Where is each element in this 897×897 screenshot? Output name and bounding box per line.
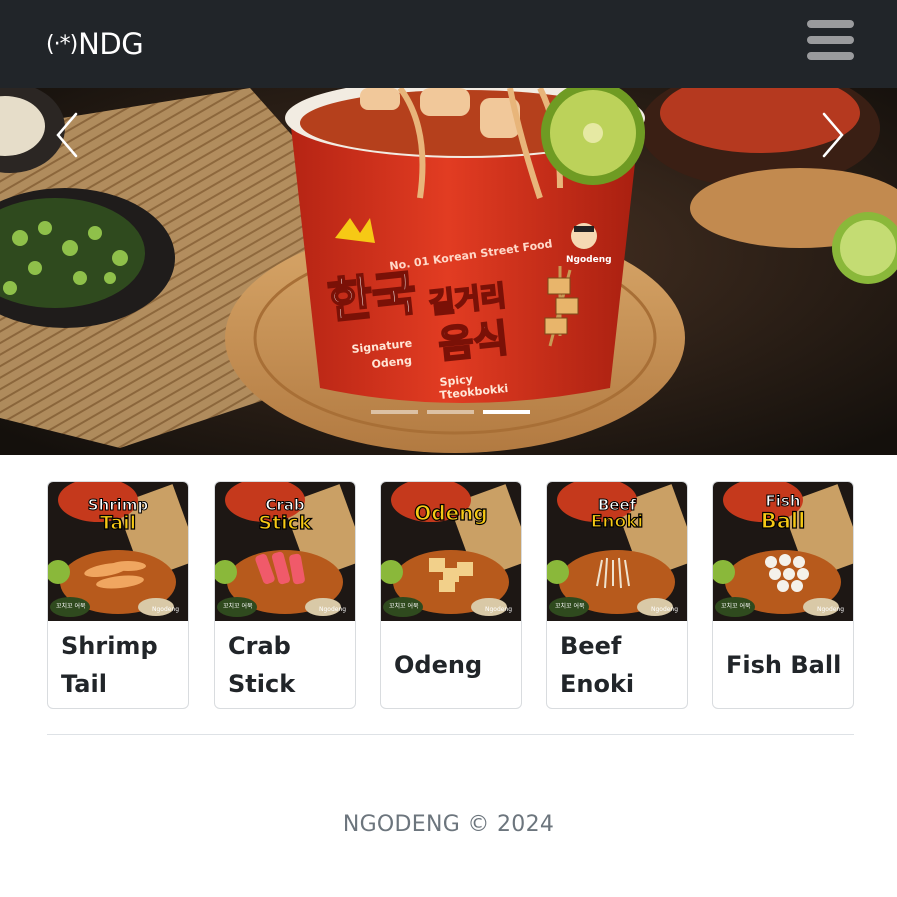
- menu-card-title: Odeng: [394, 651, 483, 679]
- carousel-prev-button[interactable]: [44, 102, 94, 166]
- hamburger-bar: [807, 36, 854, 44]
- menu-card-beef-enoki[interactable]: Beef Enoki 꼬치꼬 어묵 Ngodeng Beef Enoki: [546, 481, 688, 709]
- cup-mascot: Ngodeng: [566, 255, 612, 265]
- brand-mark-icon: (·*): [46, 31, 78, 57]
- card-korean-tag: 꼬치꼬 어묵: [555, 602, 585, 610]
- card-brand-tag: Ngodeng: [817, 606, 844, 613]
- menu-card-image: Crab Stick 꼬치꼬 어묵 Ngodeng: [215, 482, 355, 621]
- card-badge-bottom: Ball: [761, 509, 806, 533]
- hamburger-bar: [807, 52, 854, 60]
- hamburger-icon[interactable]: [806, 18, 856, 62]
- card-korean-tag: 꼬치꼬 어묵: [389, 602, 419, 610]
- carousel-indicator-1[interactable]: [371, 410, 418, 414]
- card-badge-bottom: Enoki: [591, 512, 644, 532]
- card-badge-bottom: Stick: [258, 512, 312, 534]
- menu-card-crab-stick[interactable]: Crab Stick 꼬치꼬 어묵 Ngodeng Crab Stick: [214, 481, 356, 709]
- footer-copyright: NGODENG © 2024: [342, 812, 555, 837]
- chevron-right-icon: [822, 112, 844, 158]
- card-badge-bottom: Odeng: [414, 501, 487, 525]
- card-korean-tag: 꼬치꼬 어묵: [721, 602, 751, 610]
- card-korean-tag: 꼬치꼬 어묵: [223, 602, 253, 610]
- cup-korean-3: 음식: [436, 316, 510, 367]
- hamburger-bar: [807, 20, 854, 28]
- carousel-next-button[interactable]: [808, 102, 858, 166]
- menu-card-title: Crab Stick: [228, 632, 296, 698]
- brand-text: NDG: [78, 27, 144, 61]
- card-badge-top: Fish: [766, 492, 801, 510]
- menu-card-image: Fish Ball 꼬치꼬 어묵 Ngodeng: [713, 482, 853, 621]
- card-badge-bottom: Tail: [100, 512, 136, 534]
- card-brand-tag: Ngodeng: [485, 606, 512, 613]
- menu-card-shrimp-tail[interactable]: Shrimp Tail 꼬치꼬 어묵 Ngodeng Shrimp Tail: [47, 481, 189, 709]
- card-brand-tag: Ngodeng: [651, 606, 678, 613]
- chevron-left-icon: [56, 112, 78, 158]
- carousel-indicator-2[interactable]: [427, 410, 474, 414]
- menu-card-fish-ball[interactable]: Fish Ball 꼬치꼬 어묵 Ngodeng Fish Ball: [712, 481, 854, 709]
- card-brand-tag: Ngodeng: [152, 606, 179, 613]
- menu-card-title: Shrimp Tail: [61, 632, 158, 698]
- footer-divider: [47, 734, 854, 735]
- card-korean-tag: 꼬치꼬 어묵: [56, 602, 86, 610]
- carousel-indicator-3[interactable]: [483, 410, 530, 414]
- menu-card-title: Beef Enoki: [560, 632, 635, 698]
- hero-carousel[interactable]: No. 01 Korean Street Food 한국 길거리 음식 Sign…: [0, 88, 897, 455]
- menu-card-image: Beef Enoki 꼬치꼬 어묵 Ngodeng: [547, 482, 687, 621]
- carousel-indicators: [371, 410, 530, 416]
- menu-card-odeng[interactable]: Odeng 꼬치꼬 어묵 Ngodeng Odeng: [380, 481, 522, 709]
- navbar: (·*) NDG: [0, 0, 897, 88]
- menu-card-image: Shrimp Tail 꼬치꼬 어묵 Ngodeng: [48, 482, 188, 621]
- hero-image: No. 01 Korean Street Food 한국 길거리 음식 Sign…: [0, 88, 897, 455]
- cup-korean-1: 한국: [325, 265, 419, 330]
- menu-card-title: Fish Ball: [726, 651, 842, 679]
- brand-logo[interactable]: (·*) NDG: [46, 24, 144, 64]
- menu-card-image: Odeng 꼬치꼬 어묵 Ngodeng: [381, 482, 521, 621]
- menu-cards: Shrimp Tail 꼬치꼬 어묵 Ngodeng Shrimp Tail C…: [47, 481, 854, 709]
- card-brand-tag: Ngodeng: [319, 606, 346, 613]
